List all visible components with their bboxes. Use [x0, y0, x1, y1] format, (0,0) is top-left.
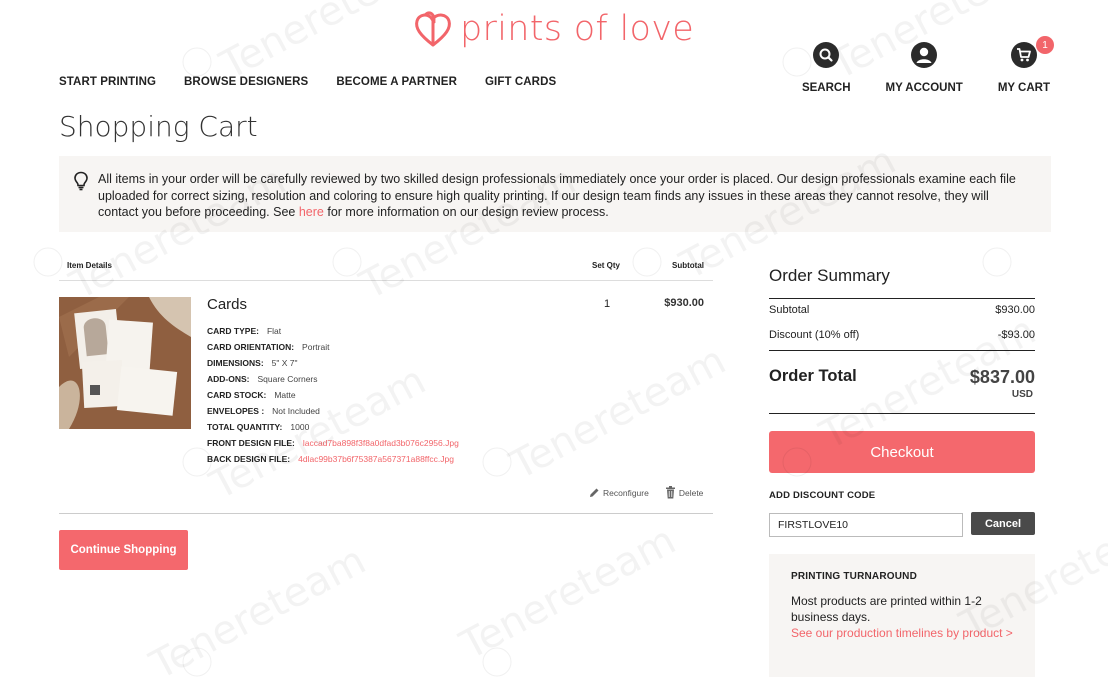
brand-logo[interactable]: prints of love [412, 8, 694, 50]
page-title: Shopping Cart [59, 110, 258, 143]
col-set-qty: Set Qty [592, 261, 621, 270]
main-nav: START PRINTING BROWSE DESIGNERS BECOME A… [59, 76, 556, 88]
attr-label: BACK DESIGN FILE: [207, 454, 291, 464]
discount-code-label: ADD DISCOUNT CODE [769, 490, 876, 501]
col-item-details: Item Details [67, 261, 112, 270]
notice-here-link[interactable]: here [299, 205, 324, 219]
search-button[interactable]: SEARCH [802, 42, 851, 94]
cancel-discount-button[interactable]: Cancel [971, 512, 1035, 535]
subtotal-label: Subtotal [769, 304, 810, 316]
cart-divider [59, 513, 713, 514]
attr-back-design-file: BACK DESIGN FILE: 4dlac99b37b6f75387a5673… [207, 451, 459, 467]
brand-name: prints of love [460, 8, 695, 49]
attr-label: CARD ORIENTATION: [207, 342, 295, 352]
continue-shopping-button[interactable]: Continue Shopping [59, 530, 188, 570]
order-total-currency: USD [1011, 389, 1033, 400]
attr-value: Flat [266, 326, 282, 336]
product-name[interactable]: Cards [207, 296, 247, 313]
order-total-value: $837.00 [969, 367, 1035, 387]
cart-count-badge: 1 [1036, 36, 1054, 54]
attr-value: Square Corners [257, 374, 318, 384]
product-image[interactable] [59, 297, 191, 429]
discount-label: Discount (10% off) [769, 329, 860, 341]
attr-label: ADD-ONS: [207, 374, 250, 384]
nav-become-partner[interactable]: BECOME A PARTNER [336, 76, 457, 88]
my-account-label: MY ACCOUNT [885, 82, 963, 94]
subtotal-value: $930.00 [995, 304, 1035, 316]
attr-label: ENVELOPES : [207, 406, 265, 416]
production-timelines-link[interactable]: See our production timelines by product … [791, 625, 1013, 641]
attr-front-design-file: FRONT DESIGN FILE: laccad7ba898f3f8a0dfad… [207, 435, 459, 451]
nav-start-printing[interactable]: START PRINTING [59, 76, 156, 88]
attr-label: TOTAL QUANTITY: [207, 422, 283, 432]
item-subtotal: $930.00 [664, 297, 704, 309]
watermark-text: Tenereteam [502, 337, 733, 489]
search-label: SEARCH [801, 82, 851, 94]
my-account-button[interactable]: MY ACCOUNT [886, 42, 963, 94]
attr-label: CARD TYPE: [207, 326, 259, 336]
cart-icon [1010, 42, 1037, 68]
design-review-notice: All items in your order will be carefull… [59, 156, 1051, 232]
delete-button[interactable]: Delete [665, 486, 704, 499]
attr-card-stock: CARD STOCK: Matte [207, 387, 459, 403]
summary-subtotal-row: Subtotal $930.00 [769, 304, 1035, 316]
attr-value: 5" X 7" [271, 358, 298, 368]
attr-value: Portrait [302, 342, 330, 352]
summary-divider [769, 350, 1035, 351]
summary-divider [769, 298, 1035, 299]
nav-gift-cards[interactable]: GIFT CARDS [485, 76, 556, 88]
watermark-text: Tenereteam [452, 517, 683, 669]
product-attributes: CARD TYPE: Flat CARD ORIENTATION: Portrait… [207, 323, 459, 467]
attr-add-ons: ADD-ONS: Square Corners [207, 371, 459, 387]
attr-value: 1000 [290, 422, 310, 432]
order-total-label: Order Total [769, 367, 857, 385]
heart-logo-icon [415, 11, 451, 47]
attr-label: CARD STOCK: [207, 390, 267, 400]
attr-card-type: CARD TYPE: Flat [207, 323, 459, 339]
search-icon [813, 42, 840, 68]
discount-value: -$93.00 [997, 329, 1035, 341]
reconfigure-label: Reconfigure [603, 487, 649, 498]
summary-divider [769, 413, 1035, 414]
trash-icon [665, 486, 675, 499]
attr-dimensions: DIMENSIONS: 5" X 7" [207, 355, 459, 371]
front-design-file-link[interactable]: laccad7ba898f3f8a0dfad3b076c2956.Jpg [303, 435, 459, 451]
user-icon [911, 42, 938, 68]
back-design-file-link[interactable]: 4dlac99b37b6f75387a567371a88ffcc.Jpg [298, 451, 454, 467]
item-quantity: 1 [604, 298, 611, 310]
delete-label: Delete [678, 487, 704, 498]
item-actions: Reconfigure Delete [589, 486, 703, 499]
cart-table-header: Item Details Set Qty Subtotal [59, 260, 713, 281]
attr-envelopes: ENVELOPES : Not Included [207, 403, 459, 419]
attr-total-quantity: TOTAL QUANTITY: 1000 [207, 419, 459, 435]
discount-code-input[interactable] [769, 513, 963, 537]
utility-nav: SEARCH MY ACCOUNT 1 MY CART [802, 36, 1054, 94]
order-summary-title: Order Summary [769, 266, 890, 285]
nav-browse-designers[interactable]: BROWSE DESIGNERS [184, 76, 308, 88]
checkout-button[interactable]: Checkout [769, 431, 1035, 473]
attr-card-orientation: CARD ORIENTATION: Portrait [207, 339, 459, 355]
pencil-icon [590, 488, 599, 497]
attr-label: FRONT DESIGN FILE: [207, 438, 295, 448]
printing-turnaround-panel: PRINTING TURNAROUND Most products are pr… [769, 554, 1035, 677]
turnaround-text: Most products are printed within 1-2 bus… [791, 594, 982, 624]
summary-discount-row: Discount (10% off) -$93.00 [769, 329, 1035, 341]
notice-text-after: for more information on our design revie… [323, 205, 609, 219]
lightbulb-icon [74, 171, 88, 191]
attr-label: DIMENSIONS: [207, 358, 264, 368]
col-subtotal: Subtotal [672, 261, 704, 270]
attr-value: Not Included [272, 406, 320, 416]
reconfigure-button[interactable]: Reconfigure [589, 486, 649, 499]
turnaround-title: PRINTING TURNAROUND [791, 571, 918, 582]
my-cart-label: MY CART [997, 82, 1050, 94]
my-cart-button[interactable]: 1 MY CART [997, 36, 1054, 94]
attr-value: Matte [274, 390, 296, 400]
